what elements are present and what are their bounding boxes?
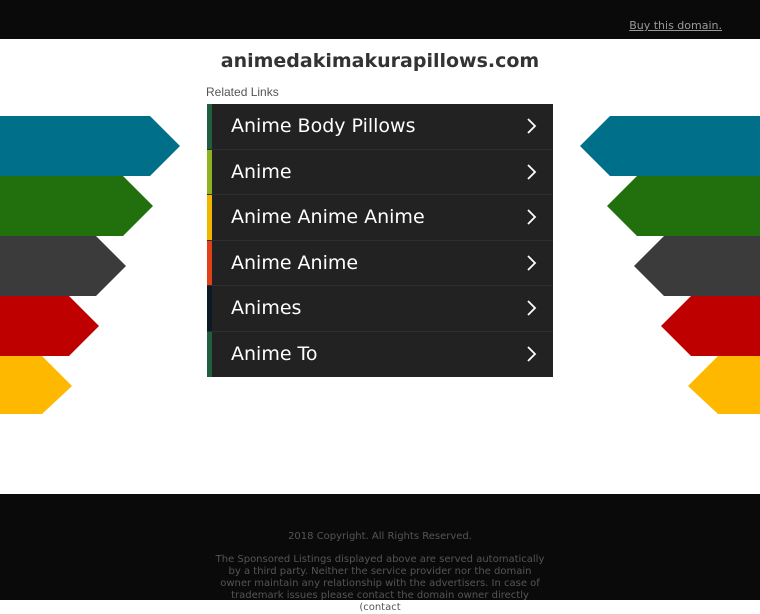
related-link-label: Animes [231, 297, 302, 319]
related-link-item[interactable]: Anime Body Pillows [207, 104, 553, 150]
link-accent-bar [207, 331, 212, 377]
arrow-red-left [0, 296, 99, 356]
arrow-green-left [0, 176, 153, 236]
arrow-gray-left [0, 236, 126, 296]
left-arrow-decoration [0, 116, 180, 414]
related-link-item[interactable]: Anime Anime [207, 240, 553, 286]
link-accent-bar [207, 286, 212, 331]
link-accent-bar [207, 104, 212, 149]
related-link-item[interactable]: Anime [207, 149, 553, 195]
buy-domain-link[interactable]: Buy this domain. [629, 19, 722, 32]
chevron-right-icon [527, 209, 537, 225]
related-links-list: Anime Body Pillows Anime Anime Anime Anime… [207, 104, 553, 377]
disclaimer-text: The Sponsored Listings displayed above a… [215, 554, 545, 613]
related-link-item[interactable]: Animes [207, 286, 553, 332]
related-link-label: Anime Body Pillows [231, 115, 416, 137]
link-accent-bar [207, 240, 212, 285]
copyright-text: 2018 Copyright. All Rights Reserved. [288, 531, 472, 542]
domain-title: animedakimakurapillows.com [220, 50, 540, 72]
arrow-red-right [661, 296, 760, 356]
related-links-label: Related Links [206, 85, 279, 99]
chevron-right-icon [527, 300, 537, 316]
footer: 2018 Copyright. All Rights Reserved. The… [0, 494, 760, 613]
related-link-item[interactable]: Anime To [207, 331, 553, 377]
arrow-yellow-left [0, 356, 72, 414]
chevron-right-icon [527, 254, 537, 271]
arrow-yellow-right [688, 356, 760, 414]
chevron-right-icon [527, 118, 537, 134]
chevron-right-icon [527, 163, 537, 180]
top-bar: Buy this domain. [0, 0, 760, 39]
related-link-item[interactable]: Anime Anime Anime [207, 195, 553, 241]
related-link-label: Anime Anime Anime [231, 206, 425, 228]
related-link-label: Anime To [231, 342, 318, 365]
link-accent-bar [207, 149, 212, 194]
arrow-green-right [607, 176, 760, 236]
arrow-blue-right [580, 116, 760, 176]
right-arrow-decoration [580, 116, 760, 414]
related-link-label: Anime [231, 160, 292, 183]
related-link-label: Anime Anime [231, 251, 359, 274]
arrow-gray-right [634, 236, 760, 296]
chevron-right-icon [527, 345, 537, 362]
arrow-blue-left [0, 116, 180, 176]
link-accent-bar [207, 195, 212, 240]
